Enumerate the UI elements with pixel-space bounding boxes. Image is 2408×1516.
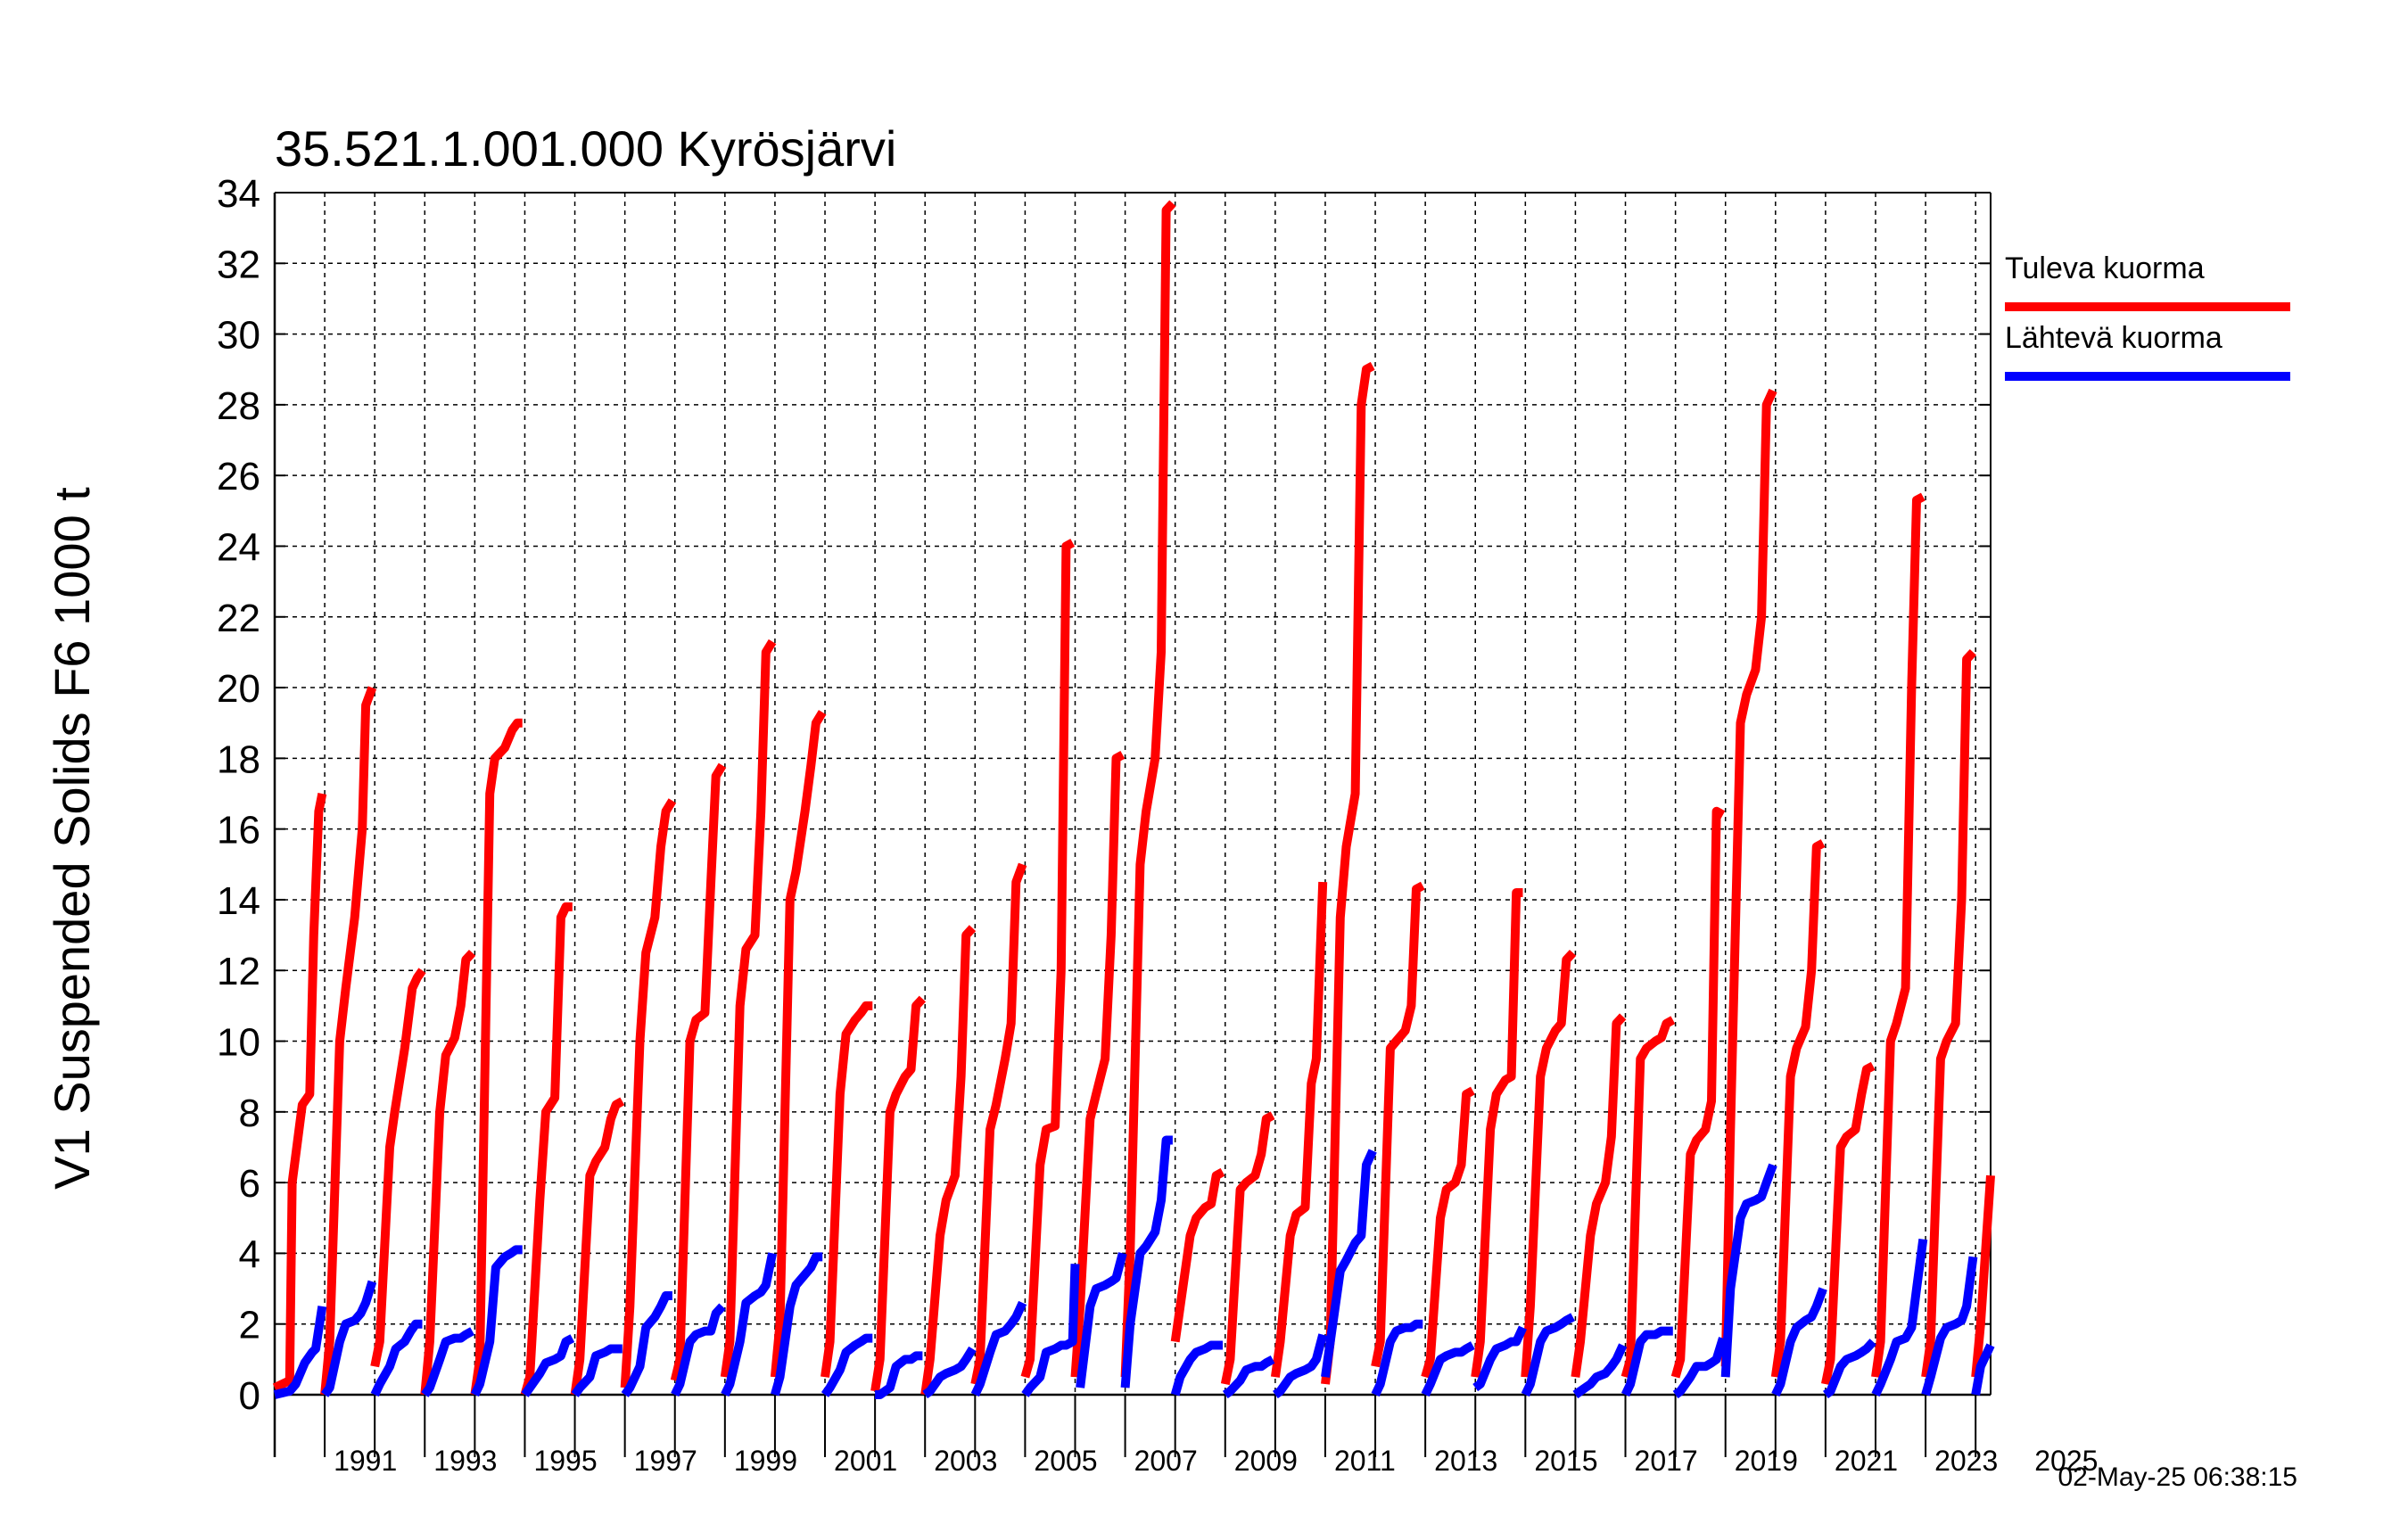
x-tick-label: 1997 xyxy=(634,1445,697,1477)
x-tick-label: 1995 xyxy=(533,1445,597,1477)
x-tick-label: 1999 xyxy=(734,1445,797,1477)
x-tick-label: 2023 xyxy=(1934,1445,1998,1477)
x-tick-label: 2005 xyxy=(1034,1445,1097,1477)
y-tick-label: 2 xyxy=(239,1304,260,1347)
x-tick-label: 2019 xyxy=(1735,1445,1798,1477)
y-tick-label: 6 xyxy=(239,1162,260,1206)
x-tick-label: 2017 xyxy=(1635,1445,1698,1477)
x-tick-label: 2011 xyxy=(1334,1445,1396,1477)
x-tick-label: 2015 xyxy=(1534,1445,1597,1477)
y-tick-label: 22 xyxy=(217,597,260,640)
y-axis-label: V1 Suspended Solids F6 1000 t xyxy=(44,487,100,1190)
chart-title: 35.521.1.001.000 Kyrösjärvi xyxy=(275,120,896,177)
x-tick-label: 2003 xyxy=(934,1445,997,1477)
x-tick-label: 1993 xyxy=(433,1445,497,1477)
x-tick-label: 1991 xyxy=(334,1445,397,1477)
y-tick-label: 26 xyxy=(217,455,260,498)
x-tick-label: 2007 xyxy=(1134,1445,1198,1477)
x-tick-label: 2001 xyxy=(834,1445,897,1477)
y-tick-label: 20 xyxy=(217,667,260,711)
y-tick-label: 18 xyxy=(217,737,260,781)
y-tick-label: 10 xyxy=(217,1021,260,1065)
legend-label: Tuleva kuorma xyxy=(2005,251,2205,285)
y-tick-label: 8 xyxy=(239,1092,260,1135)
y-tick-label: 28 xyxy=(217,384,260,428)
y-tick-label: 30 xyxy=(217,314,260,358)
y-tick-label: 24 xyxy=(217,525,260,569)
y-tick-label: 0 xyxy=(239,1374,260,1418)
y-tick-label: 14 xyxy=(217,879,260,923)
legend: Tuleva kuorma Lähtevä kuorma xyxy=(2005,251,2290,381)
legend-label: Lähtevä kuorma xyxy=(2005,321,2222,355)
x-tick-label: 2021 xyxy=(1835,1445,1898,1477)
y-tick-label: 32 xyxy=(217,243,260,286)
x-tick-label: 2013 xyxy=(1434,1445,1497,1477)
y-tick-label: 4 xyxy=(239,1232,260,1276)
series-lines xyxy=(272,200,1995,1399)
timestamp: 02-May-25 06:38:15 xyxy=(2058,1462,2297,1492)
y-tick-label: 16 xyxy=(217,809,260,853)
x-tick-label: 2009 xyxy=(1234,1445,1298,1477)
series-line-tuleva xyxy=(272,200,1995,1397)
y-tick-label: 12 xyxy=(217,950,260,993)
chart: 02468101214161820222426283032341991 1993 1… xyxy=(44,120,2290,1477)
y-tick-label: 34 xyxy=(217,172,260,216)
